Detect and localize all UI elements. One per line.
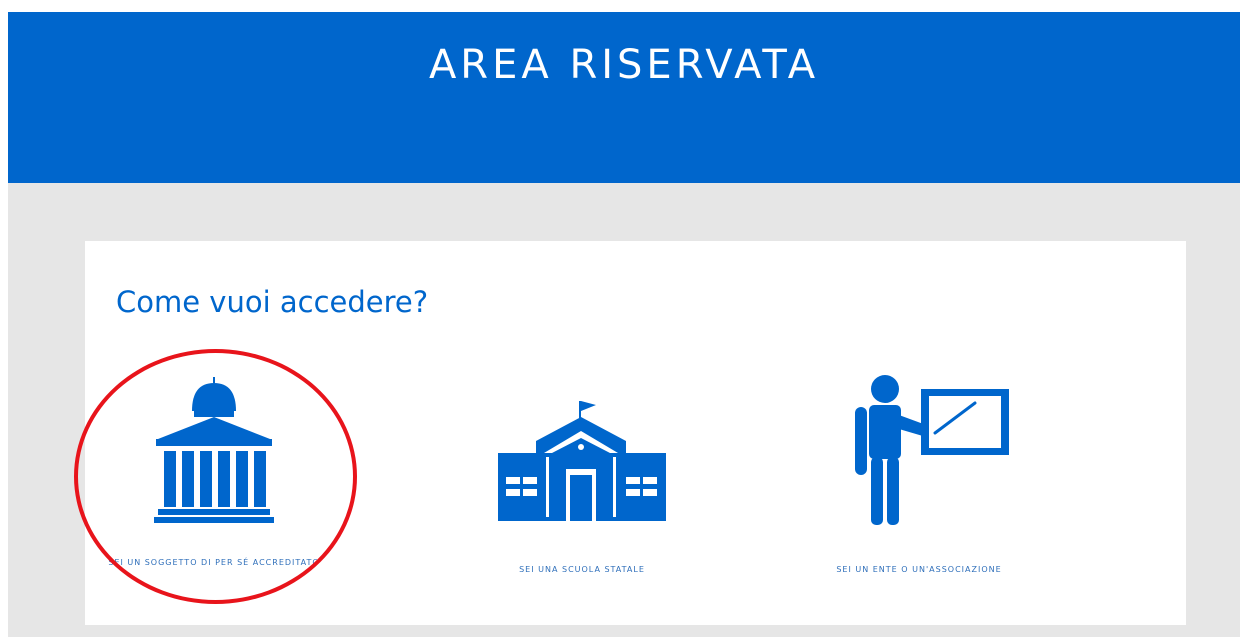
option-entity-association[interactable]: SEI UN ENTE O UN'ASSOCIAZIONE — [799, 371, 1039, 581]
option-label-accredited: SEI UN SOGGETTO DI PER SÉ ACCREDITATO — [108, 558, 320, 567]
page-frame: AREA RISERVATA Come vuoi accedere? SEI U… — [8, 12, 1240, 637]
option-accredited-subject[interactable]: SEI UN SOGGETTO DI PER SÉ ACCREDITATO — [94, 371, 334, 581]
school-building-icon — [498, 401, 666, 521]
option-label-entity: SEI UN ENTE O UN'ASSOCIAZIONE — [836, 565, 1002, 574]
institution-building-icon — [154, 377, 274, 523]
page-title: AREA RISERVATA — [428, 42, 820, 88]
option-label-state-school: SEI UNA SCUOLA STATALE — [519, 565, 645, 574]
header-banner: AREA RISERVATA — [8, 12, 1240, 183]
card-title: Come vuoi accedere? — [116, 285, 429, 319]
access-card: Come vuoi accedere? SEI UN SOGGETTO DI P… — [85, 241, 1186, 625]
teacher-board-icon — [855, 375, 1009, 525]
option-state-school[interactable]: SEI UNA SCUOLA STATALE — [462, 371, 702, 581]
